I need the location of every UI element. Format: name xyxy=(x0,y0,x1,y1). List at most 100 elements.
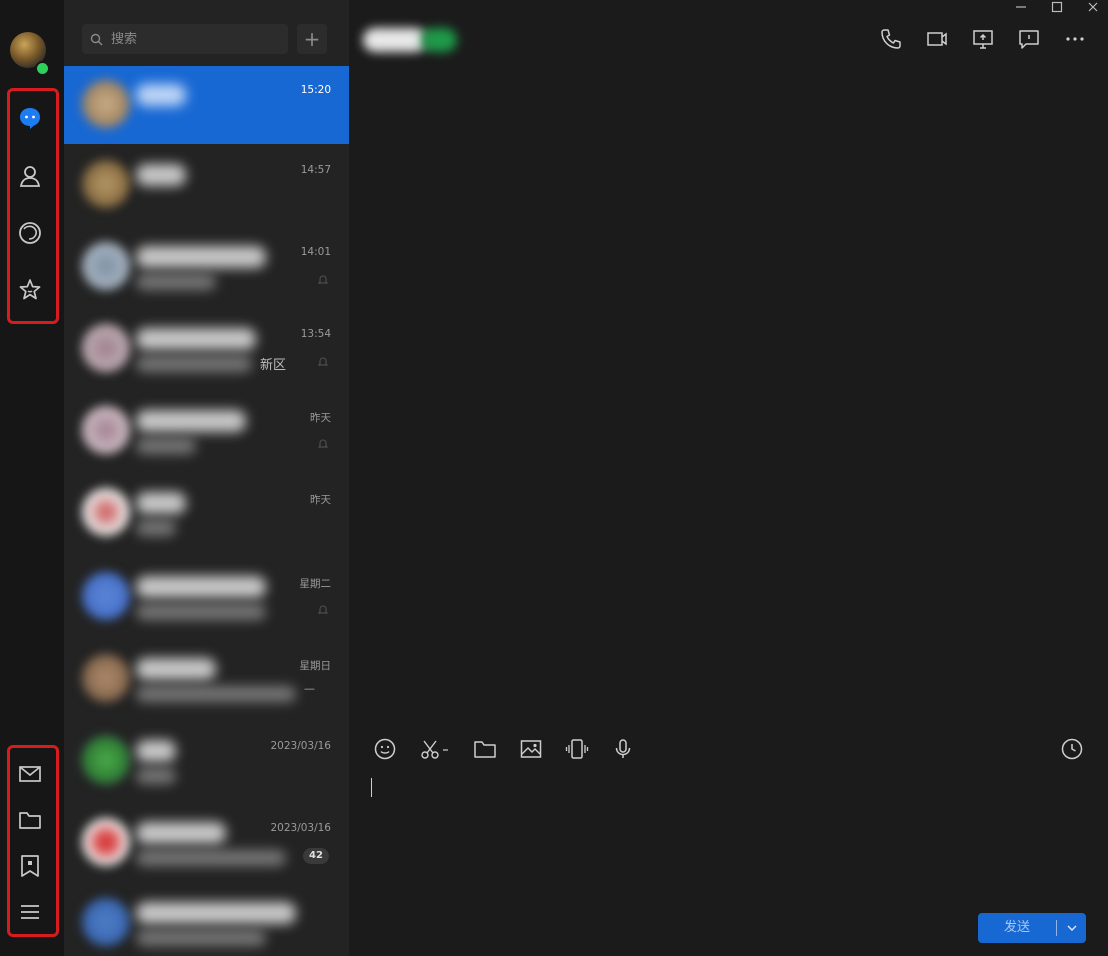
conversation-row[interactable]: 新区 13:54 xyxy=(64,310,349,388)
minimize-button[interactable] xyxy=(1014,0,1028,14)
preview-text-fragment: 新区 xyxy=(260,358,287,373)
nav-favorites[interactable] xyxy=(12,272,48,308)
maximize-button[interactable] xyxy=(1050,0,1064,14)
video-camera-icon xyxy=(927,32,947,46)
chat-panel: 发送 xyxy=(349,0,1108,956)
conversation-row[interactable] xyxy=(64,884,349,956)
message-area[interactable] xyxy=(349,66,1108,726)
send-file-button[interactable] xyxy=(473,736,497,762)
screen-share-icon xyxy=(973,30,993,49)
vibrate-phone-icon xyxy=(565,739,589,759)
conversation-time: 2023/03/16 xyxy=(270,740,331,752)
conversation-list: + 15:20 14:57 14:01 新区 13:54 昨天 xyxy=(64,0,349,956)
conversation-row[interactable]: 昨天 xyxy=(64,474,349,552)
contact-name-blurred xyxy=(136,740,176,762)
nav-bookmarks[interactable] xyxy=(12,848,48,884)
nav-messages[interactable] xyxy=(12,100,48,136)
message-history-clock-icon[interactable] xyxy=(1060,737,1084,761)
image-icon xyxy=(520,740,542,758)
shake-button[interactable] xyxy=(565,736,589,762)
message-preview-blurred xyxy=(136,604,266,620)
avatar xyxy=(82,324,130,372)
chat-bubble-icon xyxy=(20,108,40,129)
search-input[interactable] xyxy=(109,30,273,48)
video-call-button[interactable] xyxy=(924,26,950,52)
voice-call-button[interactable] xyxy=(878,26,904,52)
conversation-row[interactable]: 星期日 — xyxy=(64,640,349,718)
message-preview-blurred xyxy=(136,356,252,372)
screenshot-button[interactable] xyxy=(419,736,451,762)
search-box[interactable] xyxy=(82,24,288,54)
text-caret xyxy=(371,778,372,797)
screen-share-button[interactable] xyxy=(970,26,996,52)
send-image-button[interactable] xyxy=(519,736,543,762)
nav-contacts[interactable] xyxy=(12,158,48,194)
search-icon xyxy=(90,33,103,45)
conversation-row[interactable]: 星期二 xyxy=(64,558,349,636)
avatar xyxy=(82,242,130,290)
conversation-time: 15:20 xyxy=(300,84,331,96)
chat-header-actions xyxy=(878,26,1088,52)
contact-name-blurred xyxy=(136,902,296,924)
contact-name-blurred xyxy=(136,84,186,106)
message-preview-blurred xyxy=(136,274,216,290)
message-input[interactable] xyxy=(369,772,1073,896)
avatar xyxy=(82,818,130,866)
emoji-button[interactable] xyxy=(373,736,397,762)
avatar xyxy=(82,572,130,620)
conversation-time: 13:54 xyxy=(300,328,331,340)
message-preview-blurred xyxy=(136,930,266,946)
conversation-time: 2023/03/16 xyxy=(270,822,331,834)
conversation-time: 14:57 xyxy=(300,164,331,176)
conversation-row[interactable]: 14:57 xyxy=(64,146,349,224)
nav-rail xyxy=(0,0,64,956)
folder-icon xyxy=(474,741,496,758)
contact-name-blurred xyxy=(136,576,266,598)
emoji-icon xyxy=(374,738,396,760)
nav-files[interactable] xyxy=(12,802,48,838)
contact-name-blurred xyxy=(136,492,186,514)
conversation-row[interactable]: 昨天 xyxy=(64,392,349,470)
contact-name-blurred xyxy=(136,658,216,680)
star-icon xyxy=(19,279,41,300)
message-preview-blurred xyxy=(136,850,286,866)
aperture-icon xyxy=(19,222,41,244)
minimize-icon xyxy=(1016,6,1026,8)
chat-screen-icon xyxy=(1019,30,1039,49)
avatar xyxy=(82,898,130,946)
close-button[interactable] xyxy=(1086,0,1100,14)
window-controls xyxy=(1014,0,1100,14)
avatar xyxy=(82,488,130,536)
more-options-button[interactable] xyxy=(1062,26,1088,52)
remote-assist-button[interactable] xyxy=(1016,26,1042,52)
voice-message-button[interactable] xyxy=(611,736,635,762)
message-preview-blurred xyxy=(136,686,296,702)
conversation-row[interactable]: 2023/03/16 42 xyxy=(64,804,349,882)
menu-icon xyxy=(21,905,39,919)
mute-bell-icon xyxy=(317,439,329,448)
conversation-row[interactable]: 14:01 xyxy=(64,228,349,306)
maximize-icon xyxy=(1051,1,1063,13)
microphone-icon xyxy=(615,739,631,758)
avatar xyxy=(82,654,130,702)
send-button[interactable]: 发送 xyxy=(978,913,1056,943)
send-options-button[interactable] xyxy=(1057,913,1086,943)
mute-bell-icon xyxy=(317,605,329,614)
nav-moments[interactable] xyxy=(12,215,48,251)
conversation-time: 星期日 xyxy=(299,660,332,672)
chevron-down-icon xyxy=(1067,925,1076,931)
chat-title-blurred xyxy=(363,24,457,54)
conversation-time: 星期二 xyxy=(299,578,332,590)
conversation-row[interactable]: 2023/03/16 xyxy=(64,722,349,800)
preview-text-fragment: — xyxy=(304,682,315,695)
add-button[interactable]: + xyxy=(297,24,327,54)
nav-menu[interactable] xyxy=(12,894,48,930)
close-icon xyxy=(1088,2,1098,12)
person-icon xyxy=(19,166,41,187)
avatar xyxy=(82,406,130,454)
scissors-icon xyxy=(421,740,448,759)
avatar xyxy=(82,736,130,784)
mute-bell-icon xyxy=(317,357,329,366)
nav-mail[interactable] xyxy=(12,756,48,792)
conversation-row[interactable]: 15:20 xyxy=(64,66,349,144)
